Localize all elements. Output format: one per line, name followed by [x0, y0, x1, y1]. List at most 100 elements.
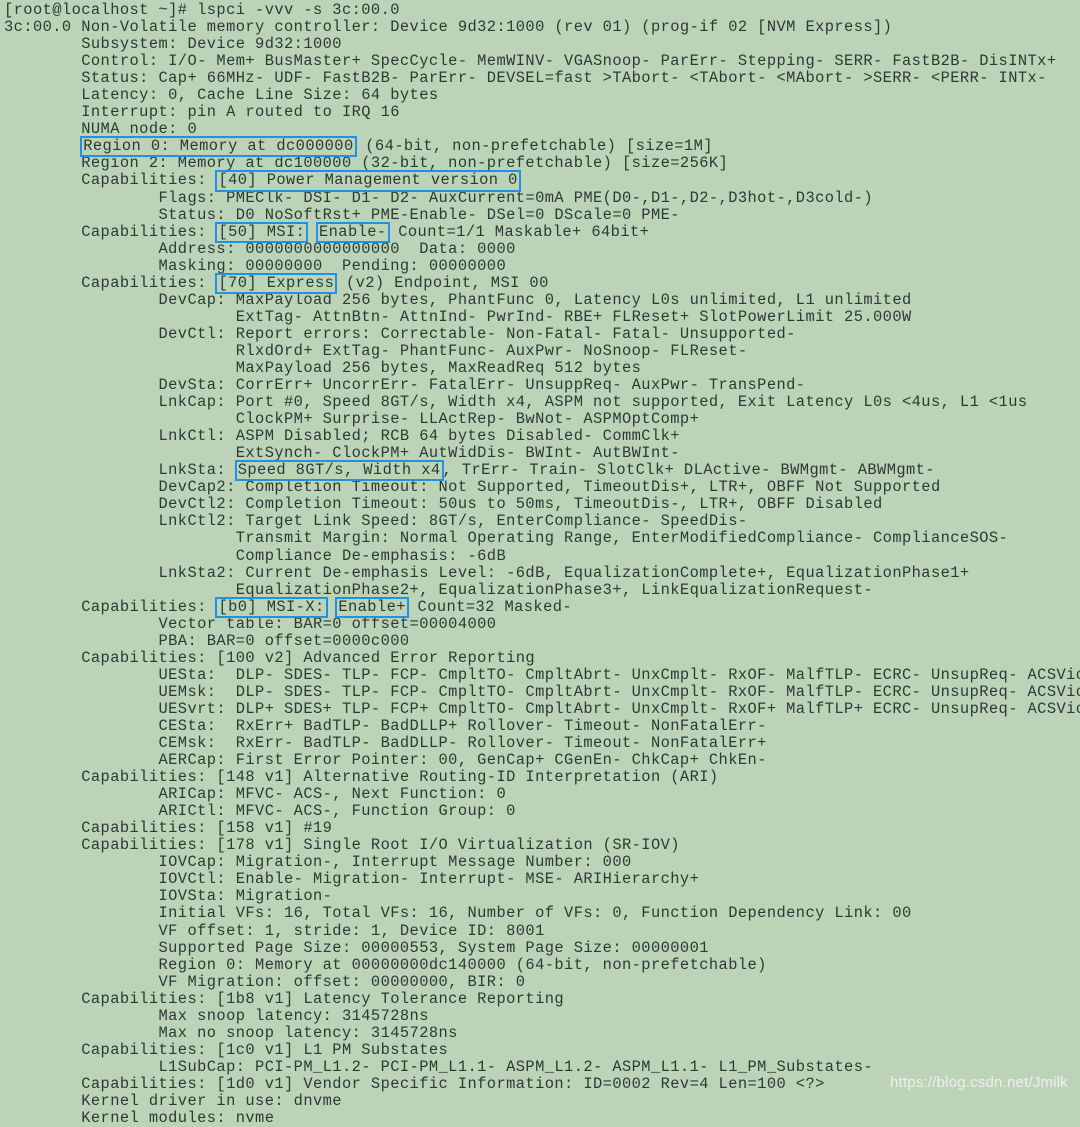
highlight-box: [50] MSI:	[215, 221, 309, 243]
terminal-text: DevCap2: Completion Timeout: Not Support…	[4, 478, 941, 497]
terminal-text: VF offset: 1, stride: 1, Device ID: 8001	[4, 921, 545, 940]
terminal-text: LnkSta:	[4, 461, 236, 480]
terminal-line: LnkCtl: ASPM Disabled; RCB 64 bytes Disa…	[4, 428, 1080, 445]
terminal-line: MaxPayload 256 bytes, MaxReadReq 512 byt…	[4, 358, 1080, 377]
terminal-text: RlxdOrd+ ExtTag- PhantFunc- AuxPwr- NoSn…	[4, 341, 748, 360]
terminal-text: Capabilities: [158 v1] #19	[4, 819, 333, 838]
terminal-line: DevSta: CorrErr+ UncorrErr- FatalErr- Un…	[4, 377, 1080, 394]
highlight-box: Speed 8GT/s, Width x4	[234, 460, 444, 482]
terminal-text: UEMsk: DLP- SDES- TLP- FCP- CmpltTO- Cmp…	[4, 682, 1080, 701]
terminal-line: DevCtl: Report errors: Correctable- Non-…	[4, 324, 1080, 343]
terminal-text: UESta: DLP- SDES- TLP- FCP- CmpltTO- Cmp…	[4, 665, 1080, 684]
terminal-text: LnkCap: Port #0, Speed 8GT/s, Width x4, …	[4, 393, 1028, 412]
terminal-line: Supported Page Size: 00000553, System Pa…	[4, 939, 1080, 957]
terminal-text: Capabilities: [1b8 v1] Latency Tolerance…	[4, 989, 565, 1008]
terminal-line: Status: Cap+ 66MHz- UDF- FastB2B- ParErr…	[4, 70, 1080, 87]
terminal-text: MaxPayload 256 bytes, MaxReadReq 512 byt…	[4, 358, 642, 377]
terminal-text: LnkSta2: Current De-emphasis Level: -6dB…	[4, 563, 970, 582]
terminal-line: Transmit Margin: Normal Operating Range,…	[4, 530, 1080, 547]
terminal-line: ExtTag- AttnBtn- AttnInd- PwrInd- RBE+ F…	[4, 307, 1080, 326]
terminal-line: LnkCtl2: Target Link Speed: 8GT/s, Enter…	[4, 513, 1080, 530]
highlight-box: [b0] MSI-X:	[215, 596, 328, 618]
terminal-text: L1SubCap: PCI-PM_L1.2- PCI-PM_L1.1- ASPM…	[4, 1057, 874, 1076]
terminal-text: LnkCtl: ASPM Disabled; RCB 64 bytes Disa…	[4, 427, 680, 446]
terminal-line: Capabilities: [178 v1] Single Root I/O V…	[4, 837, 1080, 854]
terminal-text: Control: I/O- Mem+ BusMaster+ SpecCycle-…	[4, 52, 1057, 71]
terminal-text: CESta: RxErr+ BadTLP- BadDLLP+ Rollover-…	[4, 716, 767, 735]
terminal-line: EqualizationPhase2+, EqualizationPhase3+…	[4, 581, 1080, 599]
highlight-box: Region 0: Memory at dc000000	[80, 136, 357, 158]
terminal-text: DevSta: CorrErr+ UncorrErr- FatalErr- Un…	[4, 376, 806, 395]
terminal-line: IOVCtl: Enable- Migration- Interrupt- MS…	[4, 871, 1080, 888]
terminal-line: LnkSta2: Current De-emphasis Level: -6dB…	[4, 563, 1080, 582]
highlight-box: [70] Express	[215, 272, 338, 294]
terminal-text: Subsystem: Device 9d32:1000	[4, 35, 342, 54]
terminal-line: Initial VFs: 16, Total VFs: 16, Number o…	[4, 905, 1080, 922]
terminal-line: ARICtl: MFVC- ACS-, Function Group: 0	[4, 803, 1080, 820]
terminal-text: ARICtl: MFVC- ACS-, Function Group: 0	[4, 802, 516, 821]
terminal-line: 3c:00.0 Non-Volatile memory controller: …	[4, 19, 1080, 36]
terminal-text: DevCtl: Report errors: Correctable- Non-…	[4, 324, 796, 343]
terminal-text: IOVCap: Migration-, Interrupt Message Nu…	[4, 853, 632, 872]
terminal-output: [root@localhost ~]# lspci -vvv -s 3c:00.…	[4, 1, 1080, 1127]
terminal-line: Masking: 00000000 Pending: 00000000	[4, 257, 1080, 275]
terminal-line: Kernel driver in use: dnvme	[4, 1092, 1080, 1110]
terminal-line: Capabilities: [158 v1] #19	[4, 820, 1080, 837]
terminal-line: Control: I/O- Mem+ BusMaster+ SpecCycle-…	[4, 53, 1080, 70]
terminal-text: Capabilities:	[4, 273, 217, 292]
highlight-box: Enable+	[335, 596, 409, 618]
terminal-text: Status: Cap+ 66MHz- UDF- FastB2B- ParErr…	[4, 69, 1047, 88]
terminal-text: CEMsk: RxErr- BadTLP- BadDLLP- Rollover-…	[4, 734, 767, 753]
terminal-line: Address: 0000000000000000 Data: 0000	[4, 240, 1080, 258]
terminal-text: Capabilities:	[4, 171, 217, 190]
terminal-text: Capabilities: [100 v2] Advanced Error Re…	[4, 648, 536, 667]
terminal-line: IOVSta: Migration-	[4, 888, 1080, 905]
terminal-text: Kernel modules: nvme	[4, 1109, 275, 1127]
terminal-line: CESta: RxErr+ BadTLP- BadDLLP+ Rollover-…	[4, 716, 1080, 735]
terminal-text: Initial VFs: 16, Total VFs: 16, Number o…	[4, 904, 912, 923]
terminal-text: 3c:00.0 Non-Volatile memory controller: …	[4, 18, 893, 37]
terminal-line: Status: D0 NoSoftRst+ PME-Enable- DSel=0…	[4, 206, 1080, 224]
terminal-text: (64-bit, non-prefetchable) [size=1M]	[355, 137, 713, 156]
terminal-line: Region 0: Memory at 00000000dc140000 (64…	[4, 956, 1080, 974]
terminal-text: ARICap: MFVC- ACS-, Next Function: 0	[4, 785, 507, 804]
terminal-line: RlxdOrd+ ExtTag- PhantFunc- AuxPwr- NoSn…	[4, 341, 1080, 360]
terminal-text: IOVCtl: Enable- Migration- Interrupt- MS…	[4, 870, 700, 889]
terminal-line: ClockPM+ Surprise- LLActRep- BwNot- ASPM…	[4, 411, 1080, 428]
terminal-line: Capabilities: [1c0 v1] L1 PM Substates	[4, 1040, 1080, 1059]
terminal-line: Max no snoop latency: 3145728ns	[4, 1023, 1080, 1042]
terminal-line: IOVCap: Migration-, Interrupt Message Nu…	[4, 854, 1080, 871]
terminal-text: Count=32 Masked-	[407, 597, 573, 616]
terminal-line: ExtSynch- ClockPM+ AutWidDis- BWInt- Aut…	[4, 445, 1080, 462]
terminal-window[interactable]: [root@localhost ~]# lspci -vvv -s 3c:00.…	[0, 0, 1080, 1127]
terminal-text: Compliance De-emphasis: -6dB	[4, 546, 507, 565]
terminal-line: Region 0: Memory at dc000000 (64-bit, no…	[4, 136, 1080, 158]
terminal-line: UESvrt: DLP+ SDES+ TLP- FCP+ CmpltTO- Cm…	[4, 700, 1080, 718]
terminal-line: CEMsk: RxErr- BadTLP- BadDLLP- Rollover-…	[4, 734, 1080, 753]
terminal-line: Vector table: BAR=0 offset=00004000	[4, 615, 1080, 633]
terminal-text: AERCap: First Error Pointer: 00, GenCap+…	[4, 751, 767, 770]
highlight-box: [40] Power Management version 0	[215, 170, 521, 192]
terminal-line: PBA: BAR=0 offset=0000c000	[4, 632, 1080, 650]
terminal-text: Transmit Margin: Normal Operating Range,…	[4, 529, 1009, 548]
terminal-line: LnkSta: Speed 8GT/s, Width x4, TrErr- Tr…	[4, 460, 1080, 482]
terminal-text: Interrupt: pin A routed to IRQ 16	[4, 103, 400, 122]
terminal-text: , TrErr- Train- SlotClk+ DLActive- BWMgm…	[442, 461, 935, 480]
terminal-text: ClockPM+ Surprise- LLActRep- BwNot- ASPM…	[4, 410, 700, 429]
terminal-line: UESta: DLP- SDES- TLP- FCP- CmpltTO- Cmp…	[4, 665, 1080, 684]
terminal-text: Max snoop latency: 3145728ns	[4, 1006, 429, 1025]
terminal-text: ExtTag- AttnBtn- AttnInd- PwrInd- RBE+ F…	[4, 307, 912, 326]
terminal-line: AERCap: First Error Pointer: 00, GenCap+…	[4, 752, 1080, 769]
terminal-text: Capabilities: [1c0 v1] L1 PM Substates	[4, 1040, 449, 1059]
terminal-line: Capabilities: [70] Express (v2) Endpoint…	[4, 272, 1080, 294]
terminal-line: VF offset: 1, stride: 1, Device ID: 8001	[4, 921, 1080, 940]
terminal-text: [root@localhost ~]# lspci -vvv -s 3c:00.…	[4, 1, 400, 19]
terminal-line: Latency: 0, Cache Line Size: 64 bytes	[4, 87, 1080, 104]
terminal-line: Subsystem: Device 9d32:1000	[4, 36, 1080, 53]
terminal-line: Region 2: Memory at dc100000 (32-bit, no…	[4, 155, 1080, 172]
terminal-text: (v2) Endpoint, MSI 00	[336, 273, 549, 292]
terminal-text: DevCap: MaxPayload 256 bytes, PhantFunc …	[4, 290, 912, 309]
terminal-line: DevCap2: Completion Timeout: Not Support…	[4, 479, 1080, 496]
terminal-text: Max no snoop latency: 3145728ns	[4, 1023, 458, 1042]
